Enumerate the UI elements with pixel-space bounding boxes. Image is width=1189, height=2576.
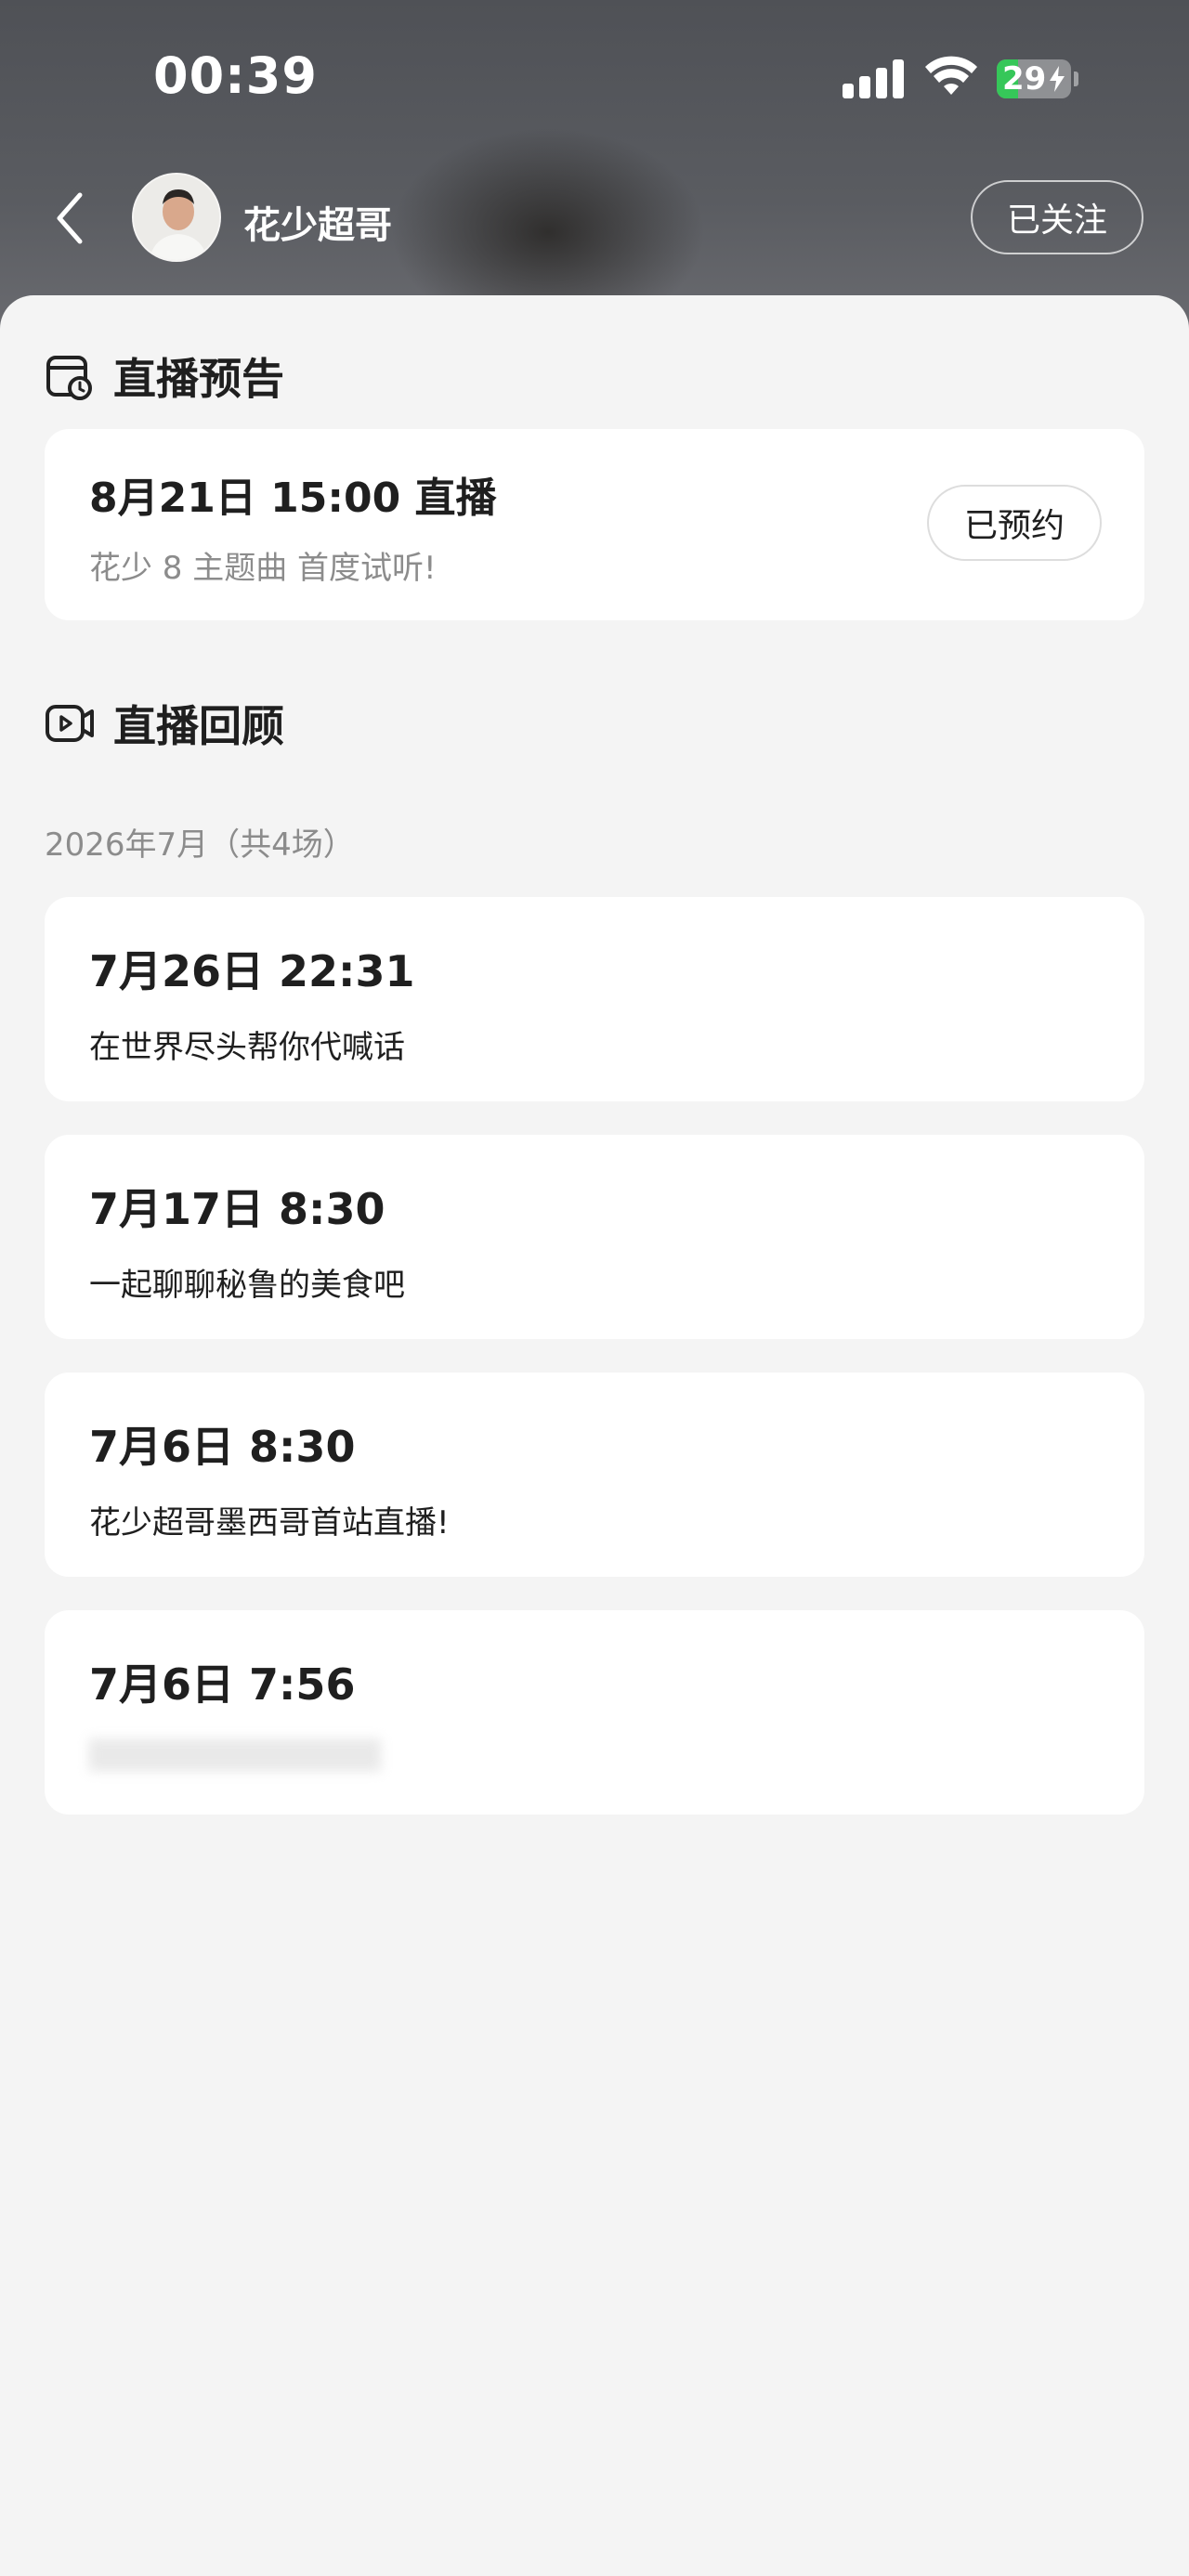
battery-level: 29 — [1002, 60, 1047, 98]
preview-section-header: 直播预告 — [45, 345, 284, 407]
avatar[interactable] — [132, 173, 221, 262]
follow-button[interactable]: 已关注 — [971, 180, 1143, 254]
replay-item[interactable]: 7月6日 8:30 花少超哥墨西哥首站直播! — [45, 1373, 1144, 1577]
status-time: 00:39 — [153, 46, 318, 105]
live-preview-card[interactable]: 8月21日 15:00 直播 花少 8 主题曲 首度试听! 已预约 — [45, 429, 1144, 620]
wifi-icon — [925, 56, 977, 95]
calendar-clock-icon — [46, 356, 92, 400]
preview-subtitle: 花少 8 主题曲 首度试听! — [89, 550, 437, 587]
replay-section-title: 直播回顾 — [113, 701, 284, 751]
cellular-signal-icon — [843, 58, 906, 98]
avatar-portrait — [134, 175, 219, 260]
replay-time: 7月6日 8:30 — [89, 1422, 356, 1472]
replay-time: 7月6日 7:56 — [89, 1659, 356, 1710]
replay-item[interactable]: 7月6日 7:56 ▇▇▇▇▇▇▇▇▇▇▇▇ — [45, 1610, 1144, 1815]
month-label: 2026年7月（共4场） — [45, 826, 355, 864]
replay-desc: 在世界尽头帮你代喊话 — [89, 1029, 405, 1066]
preview-title: 8月21日 15:00 直播 — [89, 475, 497, 522]
preview-section-title: 直播预告 — [113, 354, 284, 404]
video-camera-icon — [46, 705, 94, 742]
battery-charging-icon: 29 — [997, 59, 1078, 98]
username[interactable]: 花少超哥 — [243, 195, 392, 249]
reserve-button[interactable]: 已预约 — [927, 485, 1102, 561]
replay-item[interactable]: 7月17日 8:30 一起聊聊秘鲁的美食吧 — [45, 1135, 1144, 1339]
content-sheet: 直播预告 8月21日 15:00 直播 花少 8 主题曲 首度试听! 已预约 直… — [0, 295, 1189, 2576]
replay-time: 7月26日 22:31 — [89, 946, 415, 996]
replay-desc: 花少超哥墨西哥首站直播! — [89, 1504, 450, 1542]
replay-desc: 一起聊聊秘鲁的美食吧 — [89, 1267, 405, 1304]
replay-item[interactable]: 7月26日 22:31 在世界尽头帮你代喊话 — [45, 897, 1144, 1101]
replay-desc-obscured: ▇▇▇▇▇▇▇▇▇▇▇▇ — [89, 1735, 381, 1772]
status-bar: 00:39 29 — [0, 0, 1189, 158]
replay-time: 7月17日 8:30 — [89, 1184, 385, 1234]
back-button[interactable] — [42, 188, 98, 249]
top-nav-bar: 花少超哥 已关注 — [0, 167, 1189, 269]
replay-section-header: 直播回顾 — [45, 693, 284, 754]
chevron-left-icon — [57, 192, 83, 244]
bolt-icon — [1050, 66, 1065, 92]
